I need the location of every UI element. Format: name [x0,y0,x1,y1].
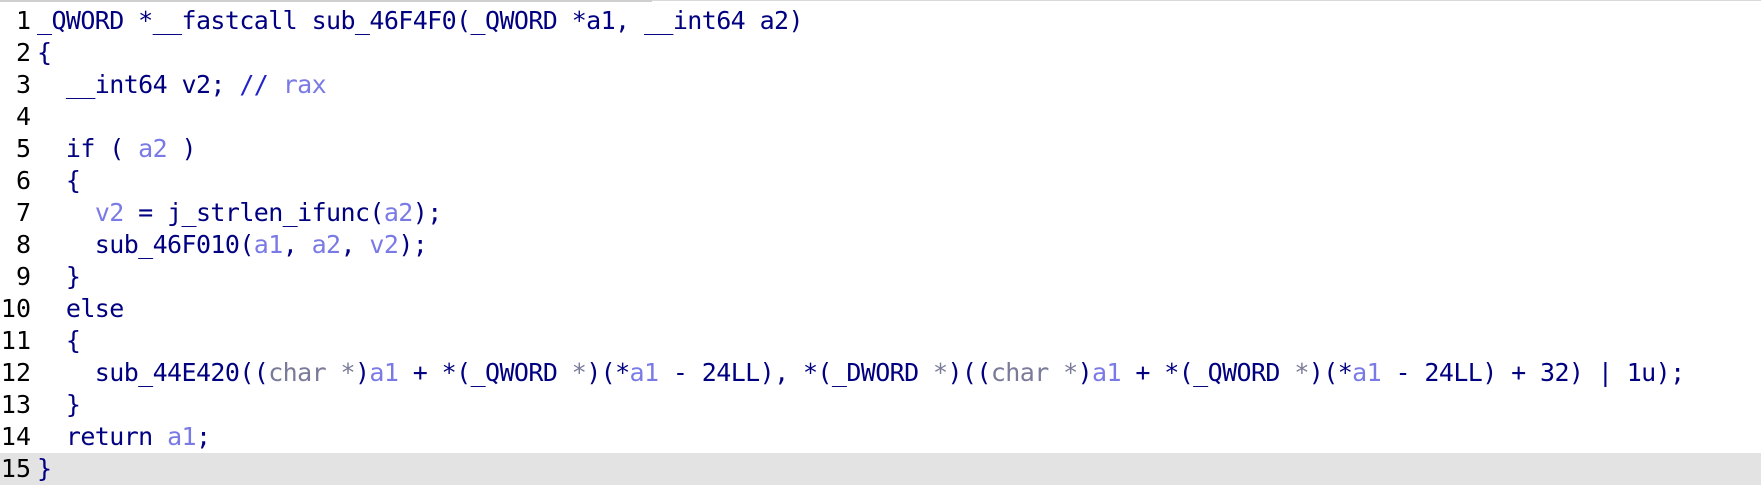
token-txt: { [37,38,52,67]
code-text[interactable]: } [37,389,81,421]
line-number: 9 [15,262,31,291]
code-line-14[interactable]: 14 return a1; [0,421,1761,453]
token-txt: sub_44E420(( [37,358,269,387]
code-line-3[interactable]: 3 __int64 v2; // rax [0,69,1761,101]
line-number: 14 [0,422,31,451]
line-number: 11 [0,326,31,355]
token-var[interactable]: a1 [630,358,660,387]
token-cast: * [933,358,948,387]
token-txt: - 24LL), *(_DWORD [658,358,934,387]
line-number: 12 [0,358,31,387]
token-txt: ; [195,422,211,451]
token-var[interactable]: v2 [369,230,399,259]
code-line-11[interactable]: 11 { [0,325,1761,357]
line-number: 5 [15,134,31,163]
token-txt: ) [1077,358,1093,387]
token-cast: * [1294,358,1309,387]
token-cast: * [571,358,587,387]
code-line-4[interactable]: 4 [0,101,1761,133]
code-text[interactable]: { [37,37,52,69]
line-number: 7 [15,198,31,227]
token-txt: ); [398,230,428,259]
token-txt: } [37,390,81,419]
code-text[interactable]: v2 = j_strlen_ifunc(a2); [37,197,442,229]
code-line-6[interactable]: 6 { [0,165,1761,197]
code-text[interactable]: __int64 v2; // rax [37,69,327,101]
code-line-15[interactable]: 15} [0,453,1761,485]
token-var[interactable]: rax [283,70,327,99]
token-var[interactable]: a2 [138,134,168,163]
token-var[interactable]: a1 [369,358,399,387]
code-text[interactable]: { [37,165,81,197]
code-line-2[interactable]: 2{ [0,37,1761,69]
line-number: 2 [15,38,31,67]
token-txt: = j_strlen_ifunc( [123,198,384,227]
token-txt: { [37,166,81,195]
token-txt: return [37,422,168,451]
code-text[interactable]: } [37,453,52,485]
code-line-12[interactable]: 12 sub_44E420((char *)a1 + *(_QWORD *)(*… [0,357,1761,389]
top-border [0,0,652,2]
token-txt: _QWORD *__fastcall sub_46F4F0(_QWORD *a1… [37,6,804,35]
code-line-5[interactable]: 5 if ( a2 ) [0,133,1761,165]
token-txt: + *(_QWORD [398,358,572,387]
token-var[interactable]: a1 [167,422,197,451]
code-line-8[interactable]: 8 sub_46F010(a1, a2, v2); [0,229,1761,261]
token-txt: ); [412,198,443,227]
token-txt: )(( [947,358,991,387]
code-text[interactable]: return a1; [37,421,211,453]
token-txt: , [282,230,312,259]
token-txt: + *(_QWORD [1120,358,1295,387]
token-var[interactable]: a2 [312,230,342,259]
token-var[interactable]: a1 [254,230,284,259]
code-text[interactable]: sub_46F010(a1, a2, v2); [37,229,428,261]
token-txt: )(* [586,358,630,387]
line-number: 3 [15,70,31,99]
token-txt: sub_46F010( [37,230,255,259]
line-number: 4 [15,102,31,131]
token-var[interactable]: a2 [384,198,414,227]
line-number: 13 [0,390,31,419]
line-number: 10 [0,294,31,323]
code-line-9[interactable]: 9 } [0,261,1761,293]
code-line-7[interactable]: 7 v2 = j_strlen_ifunc(a2); [0,197,1761,229]
token-txt: ) [167,134,197,163]
token-cast: char * [268,358,355,387]
token-cmt: // [239,70,283,99]
code-text[interactable]: { [37,325,81,357]
token-var[interactable]: a1 [1092,358,1122,387]
code-line-10[interactable]: 10 else [0,293,1761,325]
code-text[interactable]: if ( a2 ) [37,133,197,165]
code-text[interactable]: _QWORD *__fastcall sub_46F4F0(_QWORD *a1… [37,5,804,37]
token-txt: if ( [37,134,139,163]
code-line-13[interactable]: 13 } [0,389,1761,421]
token-txt: - 24LL) + 32) | 1u); [1381,358,1686,387]
line-number: 6 [15,166,31,195]
code-text[interactable]: } [37,261,81,293]
line-number: 8 [15,230,31,259]
code-line-1[interactable]: 1 _QWORD *__fastcall sub_46F4F0(_QWORD *a… [0,5,1761,37]
pseudocode-view[interactable]: 1 _QWORD *__fastcall sub_46F4F0(_QWORD *a… [0,5,1761,485]
top-border-right [652,0,1761,1]
token-txt: ) [354,358,370,387]
token-txt: __int64 v2; [37,70,240,99]
code-text[interactable]: else [37,293,124,325]
token-txt: { [37,326,81,355]
token-txt: } [37,262,81,291]
token-cast: char * [990,358,1078,387]
line-number: 15 [0,454,31,483]
line-number: 1 [15,6,31,35]
token-var[interactable]: v2 [95,198,125,227]
token-txt: } [37,454,52,483]
token-txt: )(* [1308,358,1353,387]
code-text[interactable]: sub_44E420((char *)a1 + *(_QWORD *)(*a1 … [37,357,1685,389]
token-txt: , [340,230,370,259]
token-txt: else [37,294,124,323]
token-var[interactable]: a1 [1352,358,1382,387]
